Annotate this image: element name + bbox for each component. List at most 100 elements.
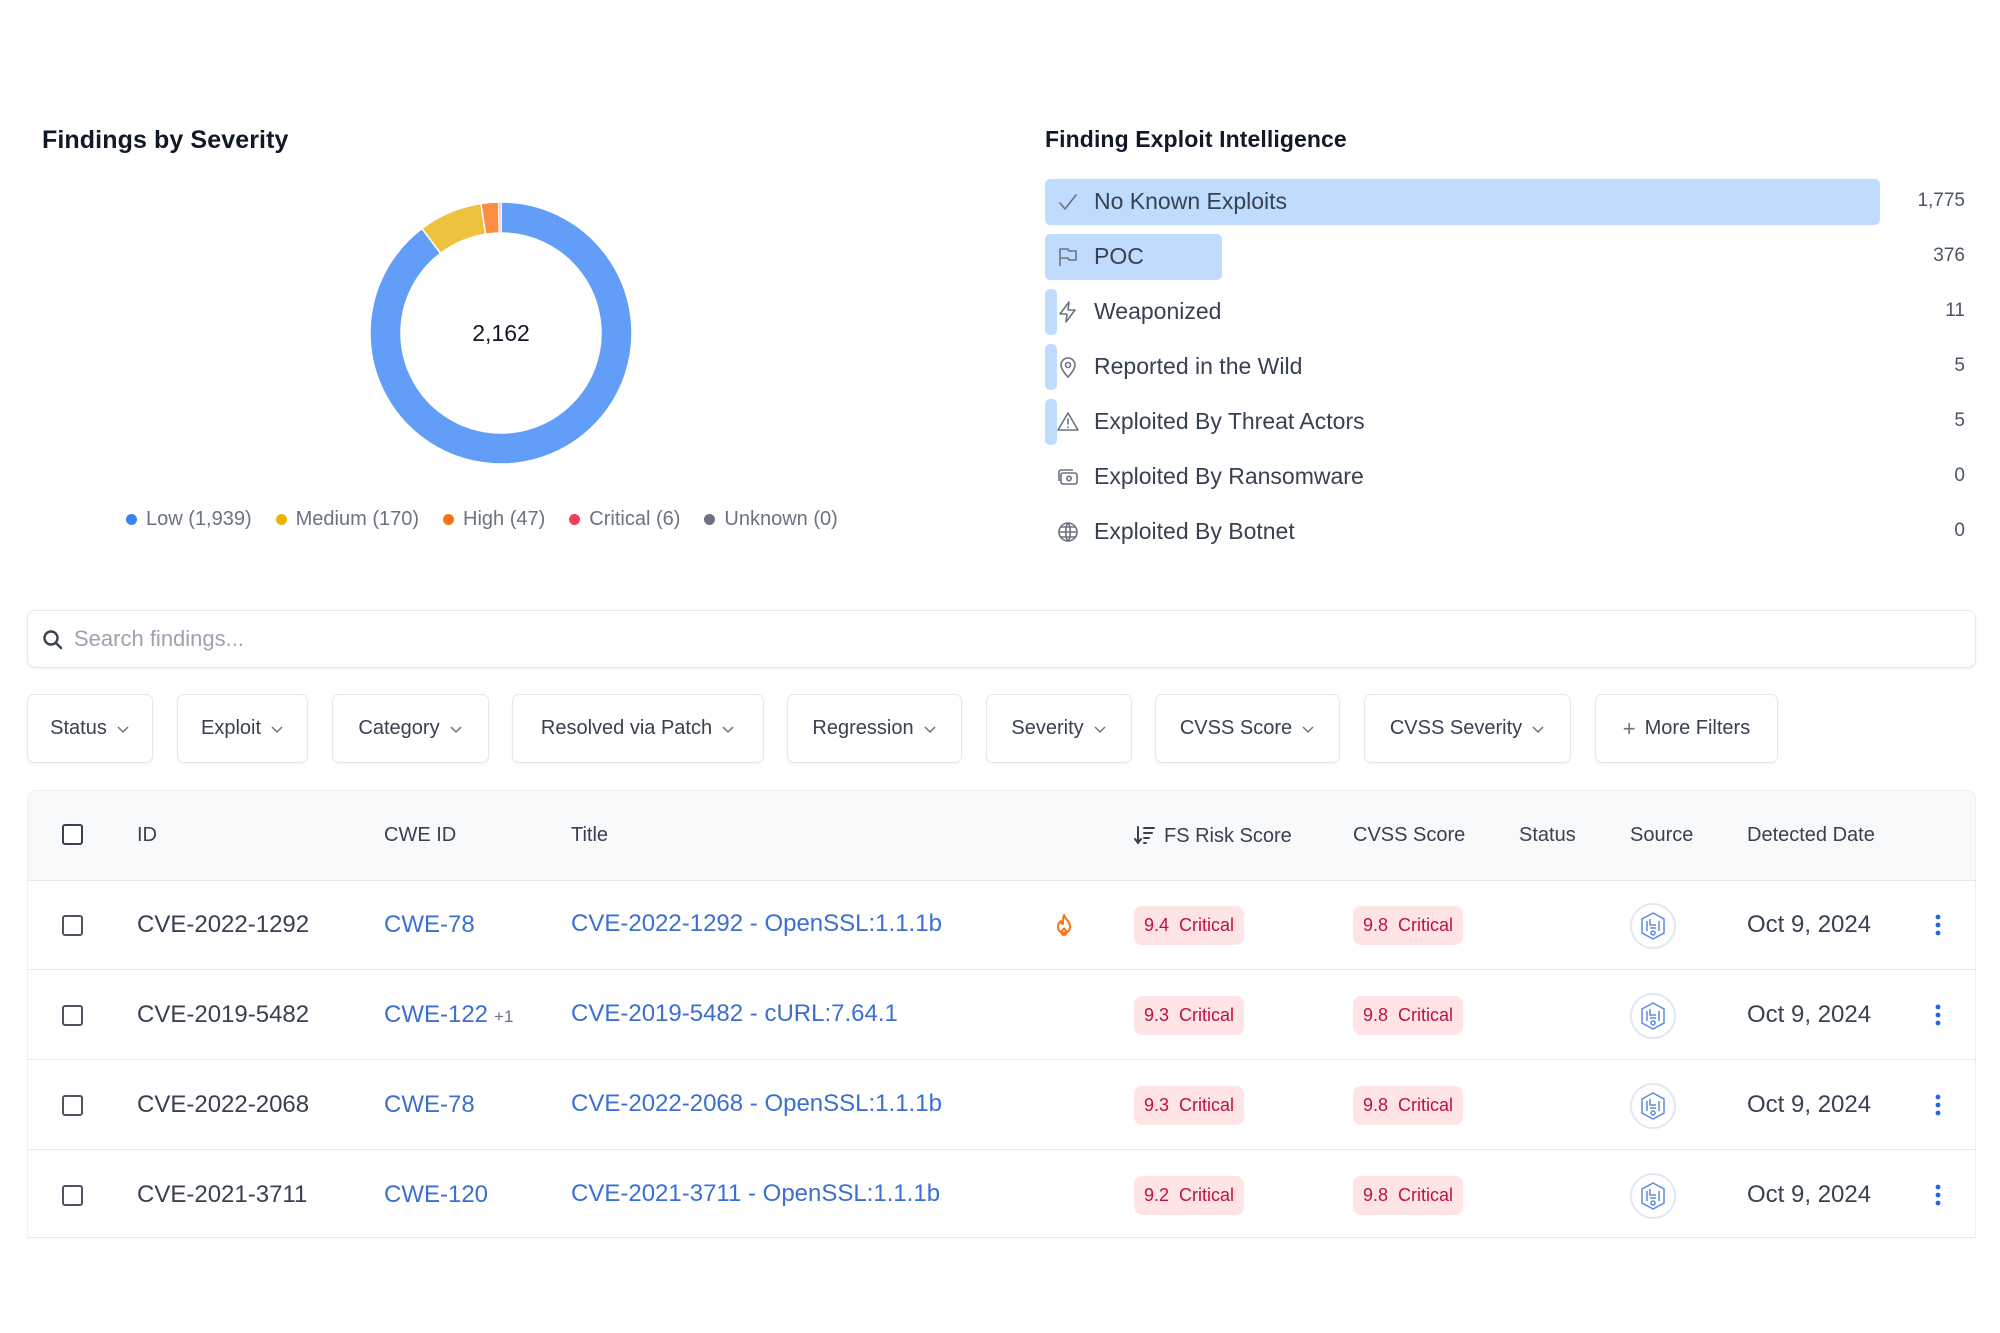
cwe-link[interactable]: CWE-122 +1 xyxy=(384,1001,513,1029)
finding-id: CVE-2021-3711 xyxy=(137,1181,308,1208)
plus-icon: + xyxy=(1622,715,1636,741)
exploit-row-no-known-exploits[interactable]: No Known Exploits 1,775 xyxy=(1045,178,1965,233)
column-header-detected-date[interactable]: Detected Date xyxy=(1747,824,1875,847)
table-row[interactable]: CVE-2019-5482 CWE-122 +1 CVE-2019-5482 - … xyxy=(28,971,1975,1060)
more-options-icon[interactable] xyxy=(1928,1181,1948,1211)
score-value: 9.8 xyxy=(1363,915,1389,935)
legend-item-unknown[interactable]: Unknown (0) xyxy=(704,508,838,531)
select-all-checkbox[interactable] xyxy=(62,824,83,845)
exploit-label: Exploited By Threat Actors xyxy=(1094,408,1365,434)
legend-dot-critical xyxy=(569,514,581,525)
cwe-id[interactable]: CWE-78 xyxy=(384,1091,475,1118)
chevron-down-icon xyxy=(117,725,129,733)
exploit-row-poc[interactable]: POC 376 xyxy=(1045,233,1965,288)
filter-regression-button[interactable]: Regression xyxy=(787,694,962,763)
source-badge[interactable] xyxy=(1630,993,1676,1039)
finding-title-link[interactable]: CVE-2022-2068 - OpenSSL:1.1.1b xyxy=(571,1090,942,1118)
more-options-icon[interactable] xyxy=(1928,1001,1948,1031)
row-checkbox[interactable] xyxy=(62,1185,83,1206)
score-value: 9.8 xyxy=(1363,1095,1389,1115)
findings-table: ID CWE ID Title FS Risk Score CVSS Score… xyxy=(27,790,1976,1238)
cwe-link[interactable]: CWE-78 xyxy=(384,911,481,939)
severity-label: Critical xyxy=(1179,1185,1235,1205)
chevron-down-icon xyxy=(1094,725,1106,733)
column-header-source[interactable]: Source xyxy=(1630,824,1693,847)
row-checkbox[interactable] xyxy=(62,915,83,936)
cwe-id[interactable]: CWE-122 xyxy=(384,1001,488,1028)
column-header-cvss-score[interactable]: CVSS Score xyxy=(1353,824,1465,847)
scanner-logo-icon xyxy=(1641,1002,1665,1030)
legend-dot-medium xyxy=(275,514,287,525)
more-options-icon[interactable] xyxy=(1928,911,1948,941)
score-value: 9.3 xyxy=(1144,1095,1170,1115)
severity-label: Critical xyxy=(1179,1005,1235,1025)
filter-resolved-via-patch-button[interactable]: Resolved via Patch xyxy=(512,694,764,763)
column-header-cwe-id[interactable]: CWE ID xyxy=(384,824,456,847)
exploit-row-reported-in-the-wild[interactable]: Reported in the Wild 5 xyxy=(1045,343,1965,398)
table-row[interactable]: CVE-2021-3711 CWE-120 CVE-2021-3711 - Op… xyxy=(28,1151,1975,1237)
column-header-id[interactable]: ID xyxy=(137,824,157,847)
column-header-status[interactable]: Status xyxy=(1519,824,1576,847)
filter-label: Exploit xyxy=(200,717,262,739)
cwe-extra-count[interactable]: +1 xyxy=(494,1007,513,1026)
column-header-title[interactable]: Title xyxy=(571,824,608,847)
finding-id: CVE-2022-2068 xyxy=(137,1091,310,1118)
exploit-label: No Known Exploits xyxy=(1094,188,1288,214)
source-badge[interactable] xyxy=(1630,903,1676,949)
table-row[interactable]: CVE-2022-1292 CWE-78 CVE-2022-1292 - Ope… xyxy=(28,881,1975,970)
flag-icon xyxy=(1059,248,1077,266)
finding-title-link[interactable]: CVE-2021-3711 - OpenSSL:1.1.1b xyxy=(571,1180,940,1208)
score-value: 9.8 xyxy=(1363,1185,1389,1205)
column-header-fs-risk-score[interactable]: FS Risk Score xyxy=(1134,824,1292,848)
legend-item-critical[interactable]: Critical (6) xyxy=(569,508,680,531)
finding-title-link[interactable]: CVE-2019-5482 - cURL:7.64.1 xyxy=(571,1000,898,1028)
filter-label: CVSS Severity xyxy=(1389,717,1523,739)
severity-panel-title: Findings by Severity xyxy=(42,126,289,154)
legend-dot-unknown xyxy=(704,514,716,525)
exploit-bar xyxy=(1045,344,1057,390)
cvss-score-badge: 9.8 Critical xyxy=(1353,1086,1464,1125)
filter-label: Status xyxy=(50,717,107,739)
legend-item-low[interactable]: Low (1,939) xyxy=(126,508,252,531)
filter-severity-button[interactable]: Severity xyxy=(986,694,1132,763)
detected-date: Oct 9, 2024 xyxy=(1747,911,1872,938)
exploit-count: 5 xyxy=(1954,355,1965,376)
exploit-count: 0 xyxy=(1954,520,1965,541)
filter-exploit-button[interactable]: Exploit xyxy=(177,694,308,763)
fs-risk-score-badge: 9.3 Critical xyxy=(1134,996,1245,1035)
exploit-row-botnet[interactable]: Exploited By Botnet 0 xyxy=(1045,508,1965,563)
source-badge[interactable] xyxy=(1630,1173,1676,1219)
exploit-row-weaponized[interactable]: Weaponized 11 xyxy=(1045,288,1965,343)
search-findings-input[interactable] xyxy=(74,619,1954,659)
exploit-panel-title: Finding Exploit Intelligence xyxy=(1045,126,1347,152)
cvss-score-badge: 9.8 Critical xyxy=(1353,1176,1464,1215)
cwe-link[interactable]: CWE-120 xyxy=(384,1181,494,1209)
filter-cvss-severity-button[interactable]: CVSS Severity xyxy=(1364,694,1571,763)
table-row[interactable]: CVE-2022-2068 CWE-78 CVE-2022-2068 - Ope… xyxy=(28,1061,1975,1150)
legend-item-medium[interactable]: Medium (170) xyxy=(275,508,419,531)
filter-cvss-score-button[interactable]: CVSS Score xyxy=(1155,694,1340,763)
score-value: 9.4 xyxy=(1144,915,1170,935)
exploit-label: Exploited By Ransomware xyxy=(1094,463,1364,489)
severity-legend: Low (1,939) Medium (170) High (47) Criti… xyxy=(126,508,838,531)
exploit-row-threat-actors[interactable]: Exploited By Threat Actors 5 xyxy=(1045,398,1965,453)
cwe-link[interactable]: CWE-78 xyxy=(384,1091,481,1119)
cwe-id[interactable]: CWE-120 xyxy=(384,1181,488,1208)
legend-item-high[interactable]: High (47) xyxy=(443,508,545,531)
row-checkbox[interactable] xyxy=(62,1095,83,1116)
filter-label: More Filters xyxy=(1644,717,1751,739)
search-box[interactable] xyxy=(27,610,1976,668)
filter-category-button[interactable]: Category xyxy=(332,694,489,763)
finding-title-link[interactable]: CVE-2022-1292 - OpenSSL:1.1.1b xyxy=(571,910,942,938)
cwe-id[interactable]: CWE-78 xyxy=(384,911,475,938)
score-value: 9.8 xyxy=(1363,1005,1389,1025)
chevron-down-icon xyxy=(271,725,283,733)
filter-label: Resolved via Patch xyxy=(540,717,713,739)
exploit-row-ransomware[interactable]: Exploited By Ransomware 0 xyxy=(1045,453,1965,508)
severity-label: Critical xyxy=(1398,1005,1454,1025)
more-options-icon[interactable] xyxy=(1928,1091,1948,1121)
row-checkbox[interactable] xyxy=(62,1005,83,1026)
filter-status-button[interactable]: Status xyxy=(27,694,153,763)
source-badge[interactable] xyxy=(1630,1083,1676,1129)
more-filters-button[interactable]: + More Filters xyxy=(1595,694,1778,763)
